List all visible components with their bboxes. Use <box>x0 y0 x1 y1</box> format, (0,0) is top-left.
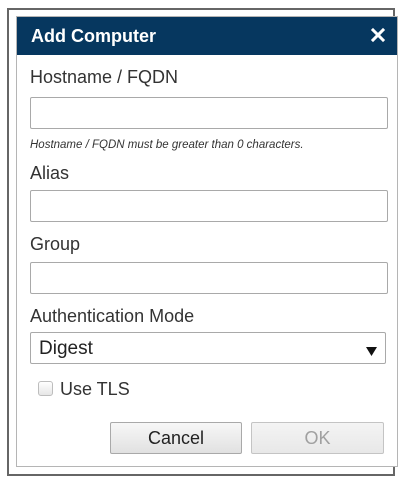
authentication-mode-label: Authentication Mode <box>30 306 195 326</box>
group-label: Group <box>30 234 81 254</box>
group-input[interactable] <box>30 262 388 294</box>
close-icon[interactable] <box>365 22 391 48</box>
hostname-validation-message: Hostname / FQDN must be greater than 0 c… <box>30 139 304 151</box>
use-tls-label[interactable]: Use TLS <box>60 379 130 399</box>
triangle-down-icon <box>366 343 377 361</box>
alias-label: Alias <box>30 163 70 183</box>
alias-input[interactable] <box>30 190 388 222</box>
dialog-title: Add Computer <box>31 26 156 46</box>
ok-button[interactable]: OK <box>251 422 384 454</box>
use-tls-checkbox[interactable] <box>38 381 53 396</box>
cancel-button[interactable]: Cancel <box>110 422 242 454</box>
dialog-titlebar: Add Computer <box>17 17 397 55</box>
authentication-mode-select[interactable]: Digest <box>30 332 386 364</box>
hostname-input[interactable] <box>30 97 388 129</box>
hostname-label: Hostname / FQDN <box>30 67 179 87</box>
authentication-mode-value: Digest <box>39 338 93 359</box>
add-computer-dialog: Add Computer Hostname / FQDN Hostname / … <box>16 16 398 467</box>
